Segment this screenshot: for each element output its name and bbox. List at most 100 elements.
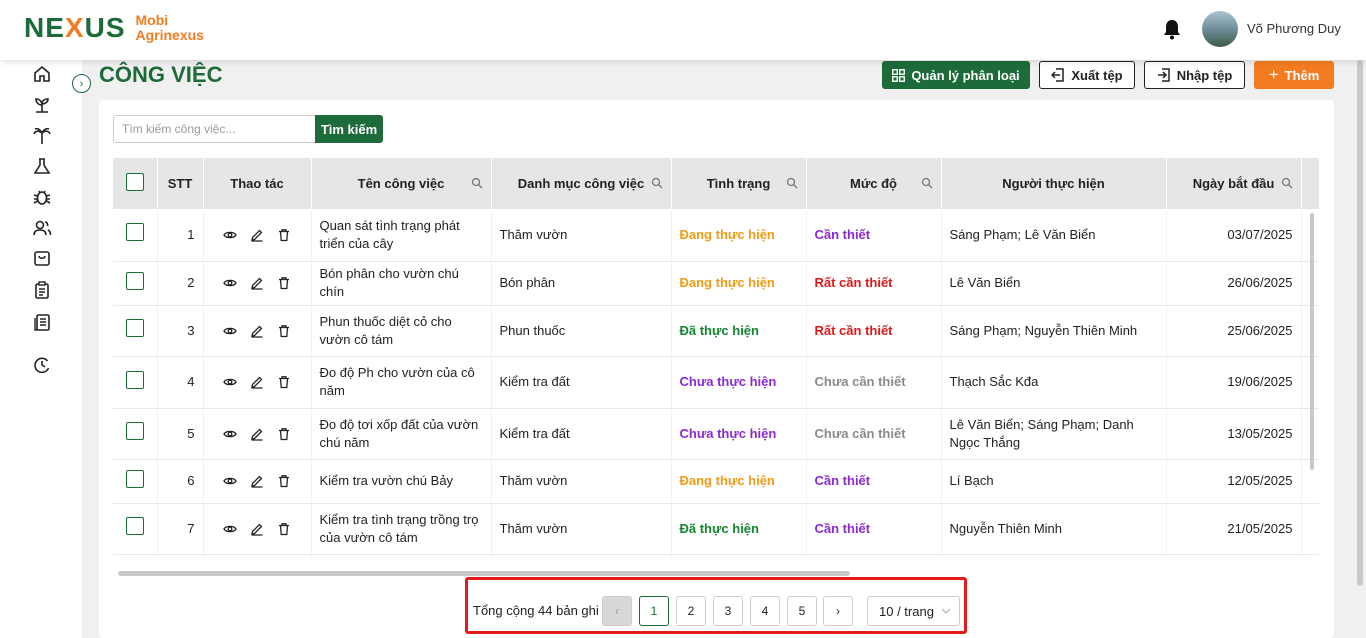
trash-icon[interactable] [277, 276, 291, 290]
plant-icon[interactable] [32, 95, 52, 115]
eye-icon[interactable] [223, 522, 237, 536]
task-table: STT Thao tác Tên công việc Danh mục công… [113, 158, 1319, 556]
table-row[interactable]: 1 Quan sát tình trạng phát triển của cây T… [113, 209, 1319, 262]
trash-icon[interactable] [277, 324, 291, 338]
bug-icon[interactable] [32, 187, 52, 207]
sidebar-toggle-chevron-right-icon[interactable]: › [72, 74, 91, 93]
eye-icon[interactable] [223, 375, 237, 389]
header-start-date[interactable]: Ngày bắt đầu [1166, 158, 1302, 209]
row-checkbox[interactable] [125, 370, 144, 389]
eye-icon[interactable] [223, 474, 237, 488]
shopping-bag-icon[interactable] [32, 248, 52, 268]
row-name: Kiểm tra vườn chú Bảy [311, 459, 492, 504]
search-icon[interactable] [786, 177, 798, 189]
user-name[interactable]: Võ Phương Duy [1247, 21, 1341, 36]
row-status: Đang thực hiện [671, 261, 807, 306]
header-status[interactable]: Tình trạng [671, 158, 807, 209]
trash-icon[interactable] [277, 474, 291, 488]
trash-icon[interactable] [277, 375, 291, 389]
search-icon[interactable] [921, 177, 933, 189]
trash-icon[interactable] [277, 522, 291, 536]
app-logo[interactable]: NEXUS Mobi Agrinexus [24, 12, 204, 44]
row-select-cell[interactable] [113, 503, 158, 555]
edit-icon[interactable] [250, 427, 264, 441]
row-select-cell[interactable] [113, 356, 158, 409]
header-level[interactable]: Mức độ [806, 158, 942, 209]
row-overflow [1301, 503, 1319, 555]
search-icon[interactable] [651, 177, 663, 189]
bell-icon[interactable] [1162, 18, 1182, 40]
row-select-cell[interactable] [113, 459, 158, 504]
clipboard-icon[interactable] [32, 280, 52, 300]
edit-icon[interactable] [250, 228, 264, 242]
page-scrollbar[interactable] [1357, 60, 1363, 586]
page-1-button[interactable]: 1 [639, 596, 669, 626]
table-row[interactable] [113, 554, 1319, 556]
eye-icon[interactable] [223, 324, 237, 338]
row-checkbox[interactable] [125, 469, 144, 488]
eye-icon[interactable] [223, 228, 237, 242]
row-select-cell[interactable] [113, 408, 158, 460]
sidebar [0, 60, 82, 638]
page-size-select[interactable]: 10 / trang [867, 596, 960, 626]
row-select-cell[interactable] [113, 305, 158, 357]
edit-icon[interactable] [250, 276, 264, 290]
table-row[interactable]: 4 Đo độ Ph cho vườn của cô năm Kiểm tra đấ… [113, 356, 1319, 409]
table-row[interactable]: 6 Kiểm tra vườn chú Bảy Thăm vườn Đang thực… [113, 459, 1319, 504]
row-select-cell[interactable] [113, 261, 158, 306]
export-icon [1051, 68, 1065, 82]
flask-icon[interactable] [32, 156, 52, 176]
table-row[interactable]: 5 Đo độ tơi xốp đất của vườn chú năm Kiểm … [113, 408, 1319, 460]
table-row[interactable]: 3 Phun thuốc diệt cỏ cho vườn cô tám Phun … [113, 305, 1319, 357]
row-checkbox[interactable] [125, 271, 144, 290]
search-input[interactable]: Tìm kiếm công việc... [113, 115, 316, 143]
next-page-button[interactable]: › [823, 596, 853, 626]
home-icon[interactable] [32, 64, 52, 84]
edit-icon[interactable] [250, 375, 264, 389]
row-checkbox[interactable] [125, 223, 144, 242]
table-horizontal-scrollbar[interactable] [118, 571, 850, 576]
eye-icon[interactable] [223, 276, 237, 290]
table-vertical-scrollbar[interactable] [1310, 213, 1314, 470]
report-icon[interactable] [32, 312, 52, 332]
search-button[interactable]: Tìm kiếm [315, 115, 383, 143]
page-3-button[interactable]: 3 [713, 596, 743, 626]
row-actions [203, 408, 312, 460]
row-checkbox[interactable] [125, 422, 144, 440]
row-checkbox[interactable] [125, 517, 144, 535]
export-button[interactable]: Xuất tệp [1039, 61, 1135, 89]
header-name[interactable]: Tên công việc [311, 158, 492, 209]
manage-categories-button[interactable]: Quản lý phân loại [882, 61, 1030, 89]
search-icon[interactable] [1281, 177, 1293, 189]
header-category[interactable]: Danh mục công việc [491, 158, 672, 209]
header-actions: Thao tác [203, 158, 312, 209]
avatar[interactable] [1202, 11, 1238, 47]
import-button[interactable]: Nhập tệp [1144, 61, 1245, 89]
eye-icon[interactable] [223, 427, 237, 441]
table-row[interactable]: 7 Kiểm tra tình trạng trồng trọ của vườn … [113, 503, 1319, 555]
search-icon[interactable] [471, 177, 483, 189]
row-checkbox[interactable] [125, 319, 144, 337]
edit-icon[interactable] [250, 474, 264, 488]
edit-icon[interactable] [250, 522, 264, 536]
row-actions [203, 261, 312, 306]
page-4-button[interactable]: 4 [750, 596, 780, 626]
trash-icon[interactable] [277, 228, 291, 242]
select-all-checkbox[interactable] [125, 173, 144, 191]
users-icon[interactable] [32, 218, 52, 238]
row-category: Kiểm tra đất [491, 356, 672, 409]
page-2-button[interactable]: 2 [676, 596, 706, 626]
header-select-all[interactable] [113, 158, 158, 209]
palm-tree-icon[interactable] [32, 126, 52, 146]
row-start-date: 21/05/2025 [1166, 503, 1302, 555]
table-row[interactable]: 2 Bón phân cho vườn chú chín Bón phân Đang … [113, 261, 1319, 306]
row-select-cell[interactable] [113, 209, 158, 262]
edit-icon[interactable] [250, 324, 264, 338]
row-level: Cần thiết [806, 459, 942, 504]
history-icon[interactable] [32, 355, 52, 375]
page-5-button[interactable]: 5 [787, 596, 817, 626]
add-button[interactable]: + Thêm [1254, 61, 1334, 89]
row-start-date: 19/06/2025 [1166, 356, 1302, 409]
prev-page-button[interactable]: ‹ [602, 596, 632, 626]
trash-icon[interactable] [277, 427, 291, 441]
